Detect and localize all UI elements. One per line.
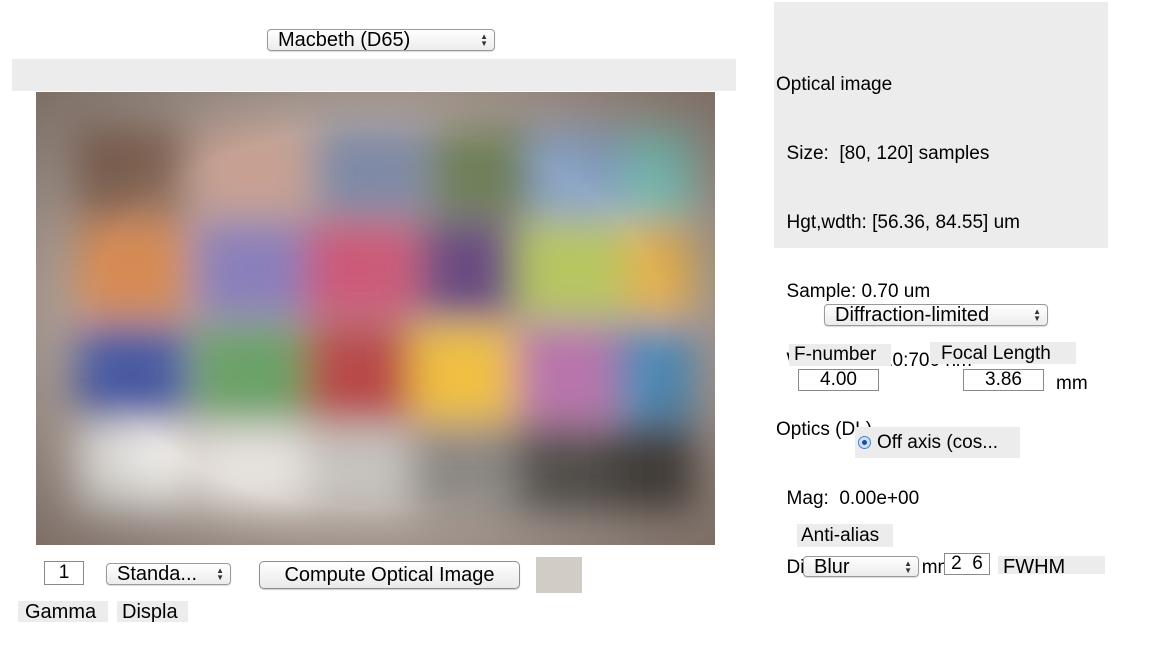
fwhm-label: FWHM xyxy=(998,556,1105,574)
fnumber-label: F-number xyxy=(789,344,891,366)
antialias-method-popup[interactable]: Blur ▲ ▼ xyxy=(803,556,919,577)
display-label: Displa xyxy=(117,601,188,622)
optical-image-canvas xyxy=(36,92,715,545)
info-line: Mag: 0.00e+00 xyxy=(776,488,920,509)
scene-popup-label: Macbeth (D65) xyxy=(278,29,411,51)
antialias-method-label: Blur xyxy=(814,556,850,577)
color-swatch xyxy=(536,557,582,593)
info-line: Sample: 0.70 um xyxy=(776,281,931,302)
radio-selected-icon xyxy=(858,436,871,450)
updown-arrows-icon: ▲ ▼ xyxy=(480,32,488,48)
offaxis-radio[interactable]: Off axis (cos... xyxy=(855,427,1020,458)
offaxis-label: Off axis (cos... xyxy=(877,432,999,453)
optics-model-popup[interactable]: Diffraction-limited ▲ ▼ xyxy=(824,304,1048,326)
focal-length-input[interactable] xyxy=(963,369,1044,391)
focal-length-label: Focal Length xyxy=(930,342,1076,364)
gamma-input[interactable] xyxy=(44,561,84,585)
scene-popup[interactable]: Macbeth (D65) ▲ ▼ xyxy=(267,29,495,51)
fwhm-input[interactable] xyxy=(944,553,990,575)
image-title-bar xyxy=(12,59,736,91)
updown-arrows-icon: ▲ ▼ xyxy=(216,566,224,582)
optics-model-label: Diffraction-limited xyxy=(835,304,990,326)
info-line: Size: [80, 120] samples xyxy=(776,143,990,164)
display-popup[interactable]: Standa... ▲ ▼ xyxy=(106,563,231,585)
info-line: Optical image xyxy=(776,74,893,95)
optical-image xyxy=(36,92,715,545)
antialias-label: Anti-alias xyxy=(797,524,893,547)
updown-arrows-icon: ▲ ▼ xyxy=(1033,307,1041,323)
updown-arrows-icon: ▲ ▼ xyxy=(904,558,912,575)
gamma-label: Gamma xyxy=(18,601,108,622)
focal-length-unit: mm xyxy=(1056,373,1088,394)
display-popup-label: Standa... xyxy=(117,563,198,585)
compute-optical-image-button[interactable]: Compute Optical Image xyxy=(259,561,520,589)
info-line: Hgt,wdth: [56.36, 84.55] um xyxy=(776,212,1020,233)
info-panel: Optical image Size: [80, 120] samples Hg… xyxy=(774,2,1108,578)
fnumber-input[interactable] xyxy=(798,369,879,391)
